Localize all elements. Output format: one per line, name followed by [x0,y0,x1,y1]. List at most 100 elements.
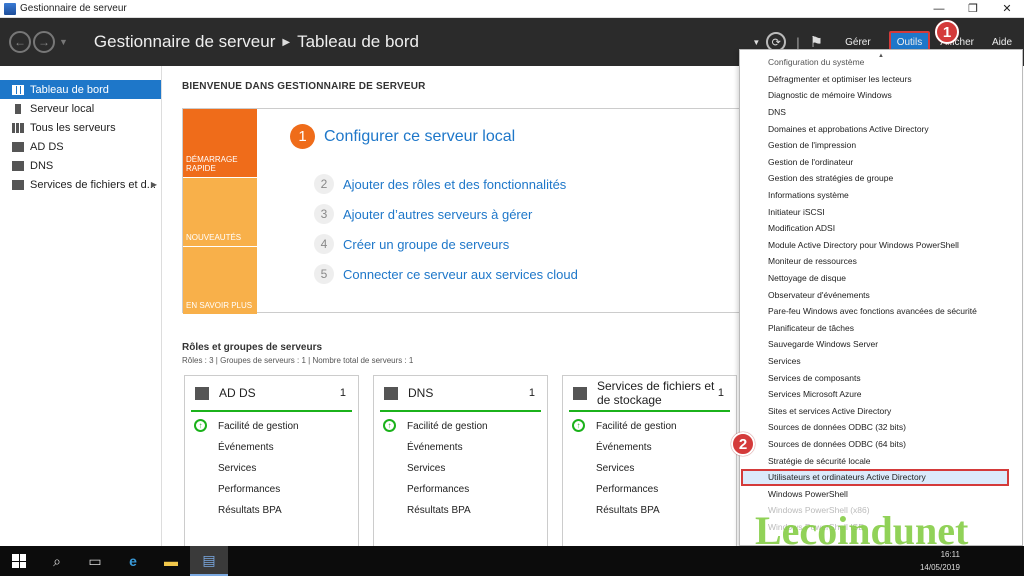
role-card-ad-ds[interactable]: AD DS 1 ↑ Facilité de gestion Événements… [184,375,359,549]
tile-learn-more[interactable]: EN SAVOIR PLUS [183,247,257,314]
close-button[interactable]: ✕ [990,0,1024,18]
card-row-performance[interactable]: Performances [596,484,658,495]
step-add-servers[interactable]: 3 Ajouter d’autres serveurs à gérer [314,204,532,224]
sidebar-item-tableau-de-bord[interactable]: Tableau de bord [0,80,161,99]
tools-menu-item[interactable]: Gestion de l'impression [740,137,1022,154]
role-card-dns[interactable]: DNS 1 ↑ Facilité de gestion Événements S… [373,375,548,549]
task-view-button[interactable]: ▭ [76,546,114,576]
tools-menu-item[interactable]: Observateur d'événements [740,286,1022,303]
arrow-right-icon: → [38,35,50,49]
card-title[interactable]: AD DS [219,386,256,400]
search-button[interactable]: ⌕ [38,546,76,576]
tools-menu-item[interactable]: Planificateur de tâches [740,320,1022,337]
minimize-button[interactable]: — [922,0,956,18]
tools-menu-item[interactable]: Sites et services Active Directory [740,403,1022,420]
card-title[interactable]: Services de fichiers et de stockage [597,379,717,407]
tools-menu-item[interactable]: Services Microsoft Azure [740,386,1022,403]
card-row-manageability[interactable]: Facilité de gestion [596,421,677,432]
tools-menu-item[interactable]: Nettoyage de disque [740,270,1022,287]
card-count: 1 [717,387,724,399]
tools-menu: ▲ Configuration du système Défragmenter e… [739,49,1023,546]
tools-menu-item[interactable]: Gestion des stratégies de groupe [740,170,1022,187]
header-divider: | [796,34,800,50]
card-row-services[interactable]: Services [596,463,634,474]
menu-gerer[interactable]: Gérer [845,37,871,48]
server-icon [15,103,21,114]
card-title[interactable]: DNS [408,386,433,400]
tools-menu-item[interactable]: Configuration du système [740,54,1022,71]
restore-button[interactable]: ❐ [956,0,990,18]
sidebar-item-ad-ds[interactable]: AD DS [0,137,161,156]
taskbar-clock[interactable]: 16:11 14/05/2019 [920,548,960,574]
breadcrumb: Gestionnaire de serveur ▶ Tableau de bor… [94,32,419,52]
card-row-performance[interactable]: Performances [407,484,469,495]
card-row-events[interactable]: Événements [596,442,652,453]
step-label[interactable]: Configurer ce serveur local [324,128,515,146]
step-number: 3 [314,204,334,224]
step-label[interactable]: Ajouter d’autres serveurs à gérer [343,207,532,222]
tools-menu-item[interactable]: Gestion de l'ordinateur [740,154,1022,171]
card-row-bpa[interactable]: Résultats BPA [596,505,660,516]
taskbar-ie[interactable]: e [114,546,152,576]
card-row-bpa[interactable]: Résultats BPA [218,505,282,516]
tools-menu-item[interactable]: Pare-feu Windows avec fonctions avancées… [740,303,1022,320]
card-row-manageability[interactable]: Facilité de gestion [407,421,488,432]
tools-menu-item[interactable]: Sources de données ODBC (32 bits) [740,419,1022,436]
step-connect-cloud[interactable]: 5 Connecter ce serveur aux services clou… [314,264,578,284]
tools-menu-item[interactable]: Initiateur iSCSI [740,203,1022,220]
forward-button[interactable]: → [33,31,55,53]
taskbar-explorer[interactable]: ▬ [152,546,190,576]
tools-menu-item[interactable]: Modification ADSI [740,220,1022,237]
refresh-dropdown-icon[interactable]: ▼ [752,38,760,47]
card-row-services[interactable]: Services [218,463,256,474]
tile-quick-start[interactable]: DÉMARRAGE RAPIDE [183,109,257,177]
tile-whats-new[interactable]: NOUVEAUTÉS [183,178,257,246]
tools-menu-item[interactable]: Domaines et approbations Active Director… [740,120,1022,137]
search-icon: ⌕ [53,552,61,569]
tile-label: EN SAVOIR PLUS [186,301,253,310]
tools-menu-item[interactable]: Moniteur de ressources [740,253,1022,270]
tools-menu-item[interactable]: Utilisateurs et ordinateurs Active Direc… [741,469,1009,486]
card-count: 1 [339,387,346,399]
card-row-events[interactable]: Événements [218,442,274,453]
status-ok-icon: ↑ [383,419,396,432]
sidebar-item-tous-les-serveurs[interactable]: Tous les serveurs [0,118,161,137]
tools-menu-item[interactable]: Sauvegarde Windows Server [740,336,1022,353]
step-label[interactable]: Connecter ce serveur aux services cloud [343,267,578,282]
tools-menu-item[interactable]: DNS [740,104,1022,121]
history-dropdown-icon[interactable]: ▼ [59,37,68,47]
sidebar-item-label: AD DS [30,140,64,153]
step-label[interactable]: Créer un groupe de serveurs [343,237,509,252]
role-card-file-services[interactable]: Services de fichiers et de stockage 1 ↑ … [562,375,737,549]
card-header: DNS 1 [380,376,541,412]
menu-aide[interactable]: Aide [992,37,1012,48]
tools-menu-item[interactable]: Défragmenter et optimiser les lecteurs [740,71,1022,88]
tools-menu-item[interactable]: Services [740,353,1022,370]
card-row-services[interactable]: Services [407,463,445,474]
expand-arrow-icon[interactable]: ▶ [151,180,157,189]
file-services-icon [573,386,587,400]
server-manager-icon [4,2,16,15]
tools-menu-item[interactable]: Informations système [740,187,1022,204]
card-row-events[interactable]: Événements [407,442,463,453]
tools-menu-item[interactable]: Windows PowerShell [740,486,1022,503]
dashboard-icon [12,84,24,95]
tools-menu-item[interactable]: Stratégie de sécurité locale [740,452,1022,469]
back-button[interactable]: ← [9,31,31,53]
tools-menu-item[interactable]: Sources de données ODBC (64 bits) [740,436,1022,453]
card-row-performance[interactable]: Performances [218,484,280,495]
card-row-manageability[interactable]: Facilité de gestion [218,421,299,432]
start-button[interactable] [0,546,38,576]
tools-menu-item[interactable]: Diagnostic de mémoire Windows [740,87,1022,104]
tools-menu-item[interactable]: Services de composants [740,369,1022,386]
tools-menu-item[interactable]: Module Active Directory pour Windows Pow… [740,237,1022,254]
sidebar-item-dns[interactable]: DNS [0,156,161,175]
step-add-roles[interactable]: 2 Ajouter des rôles et des fonctionnalit… [314,174,566,194]
step-create-group[interactable]: 4 Créer un groupe de serveurs [314,234,509,254]
sidebar-item-serveur-local[interactable]: Serveur local [0,99,161,118]
card-row-bpa[interactable]: Résultats BPA [407,505,471,516]
taskbar-server-manager[interactable]: ▤ [190,546,228,576]
step-label[interactable]: Ajouter des rôles et des fonctionnalités [343,177,566,192]
step-configure-local-server[interactable]: 1 Configurer ce serveur local [290,124,515,149]
sidebar-item-services-fichiers[interactable]: Services de fichiers et d... ▶ [0,175,161,194]
